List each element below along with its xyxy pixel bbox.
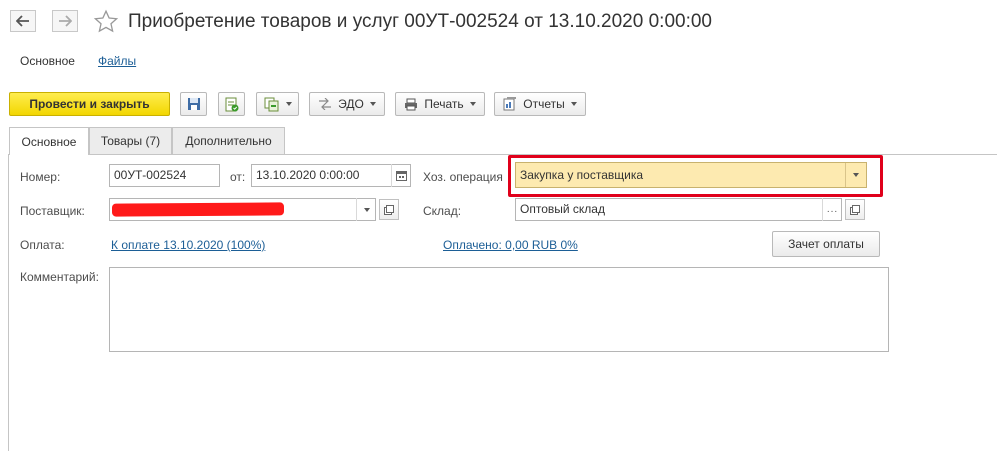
- number-label: Номер:: [20, 170, 61, 184]
- reports-button[interactable]: Отчеты: [494, 92, 586, 116]
- warehouse-input[interactable]: Оптовый склад: [515, 198, 842, 221]
- payment-offset-button[interactable]: Зачет оплаты: [772, 231, 880, 257]
- redaction-mark: [111, 202, 285, 217]
- favorite-star-icon[interactable]: [93, 9, 119, 35]
- paid-amount-link[interactable]: Оплачено: 0,00 RUB 0%: [443, 238, 578, 252]
- chevron-down-icon: [285, 102, 292, 106]
- save-button[interactable]: [180, 92, 207, 116]
- warehouse-label: Склад:: [423, 204, 462, 218]
- open-icon: [850, 204, 860, 215]
- print-label: Печать: [424, 97, 464, 111]
- comment-textarea[interactable]: [109, 267, 889, 352]
- reports-icon: [503, 97, 517, 111]
- payment-label: Оплата:: [20, 238, 65, 252]
- save-icon: [187, 98, 200, 110]
- payment-schedule-link[interactable]: К оплате 13.10.2020 (100%): [111, 238, 265, 252]
- post-and-close-button[interactable]: Провести и закрыть: [9, 92, 170, 116]
- ellipsis-icon: ...: [826, 204, 839, 215]
- nav-main[interactable]: Основное: [20, 54, 75, 68]
- date-value: 13.10.2020 0:00:00: [256, 168, 360, 182]
- chevron-down-icon: [469, 102, 476, 106]
- printer-icon: [405, 98, 418, 110]
- supplier-dropdown-button[interactable]: [356, 198, 376, 221]
- post-document-icon: [225, 97, 239, 111]
- chevron-down-icon: [369, 102, 376, 106]
- supplier-label: Поставщик:: [20, 204, 85, 218]
- edo-label: ЭДО: [338, 97, 364, 111]
- calendar-button[interactable]: [391, 164, 411, 187]
- nav-files[interactable]: Файлы: [98, 54, 136, 68]
- print-button[interactable]: Печать: [395, 92, 485, 116]
- warehouse-open-button[interactable]: [845, 199, 865, 220]
- tab-main[interactable]: Основное: [9, 127, 89, 155]
- chevron-down-icon: [363, 207, 370, 212]
- arrow-left-icon: [16, 15, 29, 27]
- create-based-on-button[interactable]: [256, 92, 299, 116]
- back-button[interactable]: [10, 10, 36, 32]
- warehouse-select-button[interactable]: ...: [822, 198, 842, 221]
- open-icon: [384, 204, 394, 215]
- post-button[interactable]: [218, 92, 245, 116]
- panel-border: [8, 154, 9, 451]
- comment-label: Комментарий:: [20, 270, 99, 284]
- tab-goods[interactable]: Товары (7): [89, 127, 172, 154]
- number-input[interactable]: 00УТ-002524: [109, 164, 220, 187]
- reports-label: Отчеты: [523, 97, 565, 111]
- forward-button[interactable]: [52, 10, 78, 32]
- date-label: от:: [230, 170, 246, 184]
- supplier-open-button[interactable]: [379, 199, 399, 220]
- tab-additional[interactable]: Дополнительно: [172, 127, 285, 154]
- edo-icon: [319, 98, 332, 110]
- arrow-right-icon: [59, 15, 72, 27]
- chevron-down-icon: [570, 102, 577, 106]
- operation-label: Хоз. операция: [423, 170, 503, 184]
- edo-button[interactable]: ЭДО: [309, 92, 385, 116]
- warehouse-value: Оптовый склад: [520, 202, 605, 216]
- page-title: Приобретение товаров и услуг 00УТ-002524…: [128, 11, 712, 32]
- create-based-icon: [264, 97, 278, 111]
- annotation-highlight-frame: [508, 155, 883, 197]
- date-input[interactable]: 13.10.2020 0:00:00: [251, 164, 411, 187]
- calendar-icon: [396, 171, 407, 181]
